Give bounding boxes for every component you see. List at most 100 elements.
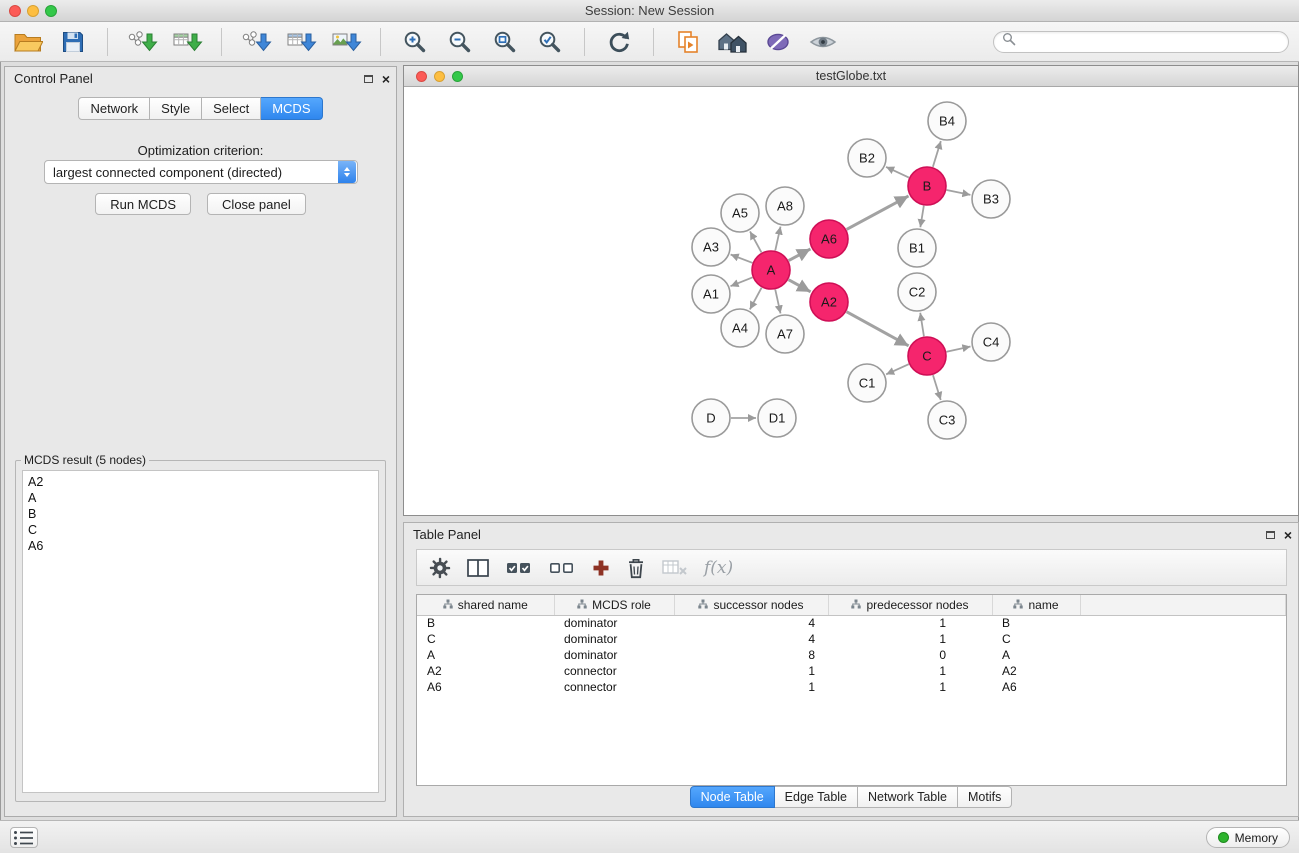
edge-A-A3[interactable] <box>731 255 753 263</box>
search-input[interactable] <box>1021 35 1280 49</box>
node-A5[interactable]: A5 <box>721 194 759 232</box>
node-D1[interactable]: D1 <box>758 399 796 437</box>
node-A[interactable]: A <box>752 251 790 289</box>
select-all-rows-icon[interactable] <box>505 558 533 578</box>
edge-B-B1[interactable] <box>920 206 923 228</box>
export-image-icon[interactable] <box>328 26 364 58</box>
column-header[interactable]: name <box>992 595 1080 615</box>
import-table-icon[interactable] <box>169 26 205 58</box>
close-window-button[interactable] <box>9 5 21 17</box>
close-panel-icon[interactable] <box>382 72 390 86</box>
table-row[interactable]: A2connector11A2 <box>417 663 1286 679</box>
edge-A-A8[interactable] <box>775 227 780 251</box>
edge-A6-B[interactable] <box>847 196 909 229</box>
settings-gear-icon[interactable] <box>429 557 451 579</box>
tab-motifs[interactable]: Motifs <box>958 786 1012 808</box>
float-table-panel-icon[interactable] <box>1266 531 1275 539</box>
table-row[interactable]: A6connector11A6 <box>417 679 1286 695</box>
mcds-result-item[interactable]: A <box>28 490 373 506</box>
search-box[interactable] <box>993 31 1289 53</box>
float-panel-icon[interactable] <box>364 75 373 83</box>
node-A7[interactable]: A7 <box>766 315 804 353</box>
edge-C-C3[interactable] <box>933 375 941 400</box>
neighbors-icon[interactable] <box>715 26 751 58</box>
node-A6[interactable]: A6 <box>810 220 848 258</box>
column-header[interactable]: successor nodes <box>674 595 828 615</box>
edge-B-B4[interactable] <box>933 141 941 167</box>
deselect-all-rows-icon[interactable] <box>548 558 576 578</box>
network-canvas[interactable]: B4B2BB3A8A5A6A3B1AC2A1A2A4A7C4CC1C3DD1 <box>404 87 1298 515</box>
mcds-result-list[interactable]: A2ABCA6 <box>22 470 379 793</box>
delete-table-icon[interactable] <box>661 557 689 579</box>
node-C4[interactable]: C4 <box>972 323 1010 361</box>
node-A2[interactable]: A2 <box>810 283 848 321</box>
edge-A-A2[interactable] <box>789 280 811 292</box>
tab-select[interactable]: Select <box>202 97 261 120</box>
zoom-in-icon[interactable] <box>397 26 433 58</box>
edge-C-C1[interactable] <box>886 364 909 374</box>
node-B4[interactable]: B4 <box>928 102 966 140</box>
table-row[interactable]: Adominator80A <box>417 647 1286 663</box>
mcds-result-item[interactable]: C <box>28 522 373 538</box>
delete-column-icon[interactable] <box>626 556 646 580</box>
eye-icon[interactable] <box>805 26 841 58</box>
export-table-icon[interactable] <box>283 26 319 58</box>
node-C[interactable]: C <box>908 337 946 375</box>
edge-B-B2[interactable] <box>886 167 909 178</box>
overview-icon[interactable] <box>670 26 706 58</box>
edge-A-A1[interactable] <box>730 277 752 286</box>
column-header[interactable]: predecessor nodes <box>828 595 992 615</box>
edge-A-A7[interactable] <box>775 290 780 314</box>
tab-style[interactable]: Style <box>150 97 202 120</box>
tab-network-table[interactable]: Network Table <box>858 786 958 808</box>
network-graph[interactable]: B4B2BB3A8A5A6A3B1AC2A1A2A4A7C4CC1C3DD1 <box>404 87 1298 515</box>
node-D[interactable]: D <box>692 399 730 437</box>
zoom-window-button[interactable] <box>45 5 57 17</box>
table-row[interactable]: Bdominator41B <box>417 615 1286 631</box>
tab-mcds[interactable]: MCDS <box>261 97 322 120</box>
refresh-icon[interactable] <box>601 26 637 58</box>
mcds-result-item[interactable]: A6 <box>28 538 373 554</box>
edge-A-A6[interactable] <box>789 249 811 261</box>
import-network-icon[interactable] <box>124 26 160 58</box>
edge-A-A5[interactable] <box>750 231 761 252</box>
node-B[interactable]: B <box>908 167 946 205</box>
node-A8[interactable]: A8 <box>766 187 804 225</box>
mcds-result-item[interactable]: B <box>28 506 373 522</box>
zoom-fit-icon[interactable] <box>487 26 523 58</box>
table-row[interactable]: Cdominator41C <box>417 631 1286 647</box>
minimize-window-button[interactable] <box>27 5 39 17</box>
edge-C-C2[interactable] <box>920 313 924 336</box>
run-mcds-button[interactable]: Run MCDS <box>95 193 191 215</box>
function-builder-icon[interactable]: f(x) <box>704 558 733 578</box>
export-network-icon[interactable] <box>238 26 274 58</box>
edge-A-A4[interactable] <box>750 288 762 310</box>
node-A1[interactable]: A1 <box>692 275 730 313</box>
node-C2[interactable]: C2 <box>898 273 936 311</box>
close-panel-button[interactable]: Close panel <box>207 193 306 215</box>
column-header[interactable]: MCDS role <box>554 595 674 615</box>
details-icon[interactable] <box>760 26 796 58</box>
node-B2[interactable]: B2 <box>848 139 886 177</box>
network-close-button[interactable] <box>416 71 427 82</box>
tab-network[interactable]: Network <box>78 97 150 120</box>
edge-A2-C[interactable] <box>847 312 909 346</box>
zoom-out-icon[interactable] <box>442 26 478 58</box>
memory-button[interactable]: Memory <box>1206 827 1290 848</box>
add-column-icon[interactable] <box>591 558 611 578</box>
zoom-selected-icon[interactable] <box>532 26 568 58</box>
open-session-icon[interactable] <box>10 26 46 58</box>
node-A3[interactable]: A3 <box>692 228 730 266</box>
edge-B-B3[interactable] <box>947 190 971 195</box>
node-C3[interactable]: C3 <box>928 401 966 439</box>
column-visibility-icon[interactable] <box>466 557 490 579</box>
node-A4[interactable]: A4 <box>721 309 759 347</box>
column-header[interactable]: shared name <box>417 595 554 615</box>
network-minimize-button[interactable] <box>434 71 445 82</box>
node-B3[interactable]: B3 <box>972 180 1010 218</box>
mcds-result-item[interactable]: A2 <box>28 474 373 490</box>
tab-edge-table[interactable]: Edge Table <box>775 786 858 808</box>
save-session-icon[interactable] <box>55 26 91 58</box>
panel-selector-button[interactable] <box>10 827 38 848</box>
criterion-dropdown[interactable]: largest connected component (directed) <box>44 160 358 184</box>
